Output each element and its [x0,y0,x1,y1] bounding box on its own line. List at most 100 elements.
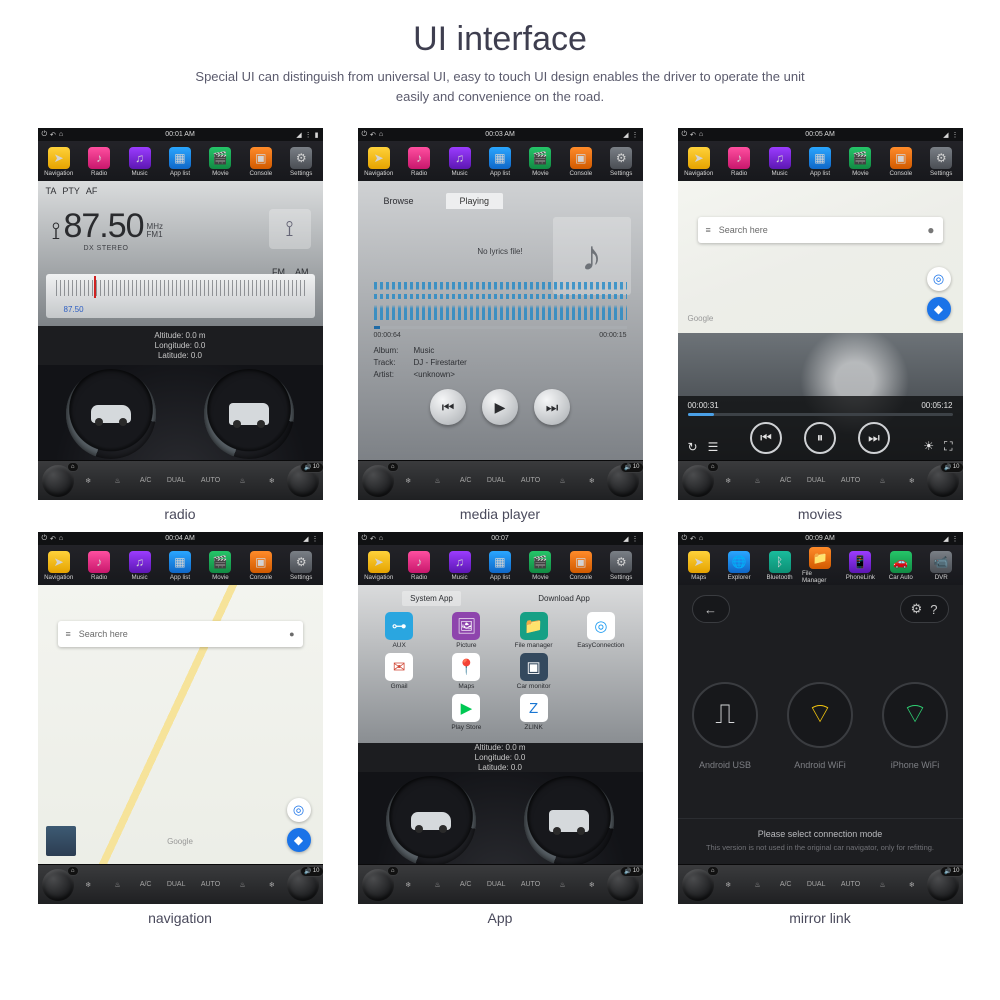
menu-radio[interactable]: ♪Radio [401,147,437,177]
menu-movie[interactable]: 🎬Movie [522,551,558,581]
conn-android-wifi[interactable]: ⌔ Android WiFi [787,682,853,770]
menu-movie[interactable]: 🎬Movie [522,147,558,177]
menu-music[interactable]: ♫Music [442,147,478,177]
radio-tab-af[interactable]: AF [86,186,98,196]
conn-iphone-wifi[interactable]: ⌔ iPhone WiFi [882,682,948,770]
menu-music[interactable]: ♫Music [762,147,798,177]
menu-carauto[interactable]: 🚗Car Auto [883,551,919,581]
back-icon[interactable] [370,131,376,139]
menu-dvr[interactable]: 📹DVR [923,551,959,581]
menu-radio[interactable]: ♪Radio [401,551,437,581]
dock-seat-icon[interactable]: ♨ [110,477,124,485]
knob-left[interactable]: ⌂ [682,869,714,901]
dock-ac-icon[interactable]: ❄ [81,477,95,485]
app-maps[interactable]: 📍Maps [435,653,498,690]
home-icon[interactable] [379,131,383,139]
fullscreen-icon[interactable]: ⛶ [944,439,952,454]
tab-download-app[interactable]: Download App [530,591,598,606]
app-playstore[interactable]: ▶Play Store [435,694,498,731]
menu-settings[interactable]: ⚙Settings [283,551,319,581]
app-carmon[interactable]: ▣Car monitor [502,653,565,690]
next-button[interactable]: ⏭ [534,389,570,425]
knob-left[interactable]: ⌂ [362,869,394,901]
menu-bluetooth[interactable]: ᛒBluetooth [762,551,798,581]
app-picture[interactable]: 🖼Picture [435,612,498,649]
home-icon[interactable] [59,535,63,543]
menu-movie[interactable]: 🎬Movie [842,147,878,177]
tab-playing[interactable]: Playing [446,193,504,209]
menu-icon[interactable]: ≡ [706,225,711,235]
radio-tuner[interactable]: 87.50 [46,274,315,318]
menu-applist[interactable]: ▦App list [482,147,518,177]
tab-system-app[interactable]: System App [402,591,461,606]
menu-music[interactable]: ♫Music [122,147,158,177]
video-pause-button[interactable]: ⏸ [804,422,836,454]
knob-left[interactable]: ⌂ [682,465,714,497]
menu-phonelink[interactable]: 📱PhoneLink [842,551,878,581]
menu-maps[interactable]: ➤Maps [681,551,717,581]
menu-settings[interactable]: ⚙Settings [603,551,639,581]
knob-left[interactable]: ⌂ [42,869,74,901]
list-icon[interactable]: ☰ [708,440,719,454]
menu-explorer[interactable]: 🌐Explorer [721,551,757,581]
directions-button[interactable]: ◆ [287,828,311,852]
settings-help-button[interactable]: ⚙? [900,595,949,623]
conn-android-usb[interactable]: ⎍ Android USB [692,682,758,770]
menu-navigation[interactable]: ➤Navigation [361,551,397,581]
knob-right[interactable]: 🔊10 [927,465,959,497]
menu-music[interactable]: ♫Music [442,551,478,581]
menu-icon[interactable]: ≡ [66,629,71,639]
knob-right[interactable]: 🔊10 [927,869,959,901]
app-aux[interactable]: ⊶AUX [368,612,431,649]
app-zlink[interactable]: ZZLINK [502,694,565,731]
knob-left[interactable]: ⌂ [42,465,74,497]
radio-tab-pty[interactable]: PTY [62,186,80,196]
search-input[interactable]: ≡ Search here ● [58,621,303,647]
app-filemgr[interactable]: 📁File manager [502,612,565,649]
mic-icon[interactable]: ● [289,629,294,639]
menu-settings[interactable]: ⚙Settings [603,147,639,177]
directions-button[interactable]: ◆ [927,297,951,321]
menu-console[interactable]: ▣Console [563,551,599,581]
menu-console[interactable]: ▣Console [243,551,279,581]
back-icon[interactable] [50,535,56,543]
menu-settings[interactable]: ⚙Settings [923,147,959,177]
menu-applist[interactable]: ▦App list [482,551,518,581]
knob-right[interactable]: 🔊10 [607,465,639,497]
menu-console[interactable]: ▣Console [883,147,919,177]
video-next-button[interactable]: ⏭ [858,422,890,454]
power-icon[interactable] [682,131,688,139]
back-icon[interactable] [50,131,56,139]
menu-movie[interactable]: 🎬Movie [202,551,238,581]
menu-navigation[interactable]: ➤Navigation [41,551,77,581]
nav-map[interactable]: ≡ Search here ● ◎ ◆ Google [38,585,323,864]
power-icon[interactable] [362,131,368,139]
home-icon[interactable] [699,131,703,139]
locate-button[interactable]: ◎ [927,267,951,291]
locate-button[interactable]: ◎ [287,798,311,822]
tab-browse[interactable]: Browse [370,193,428,209]
app-easyconn[interactable]: ◎EasyConnection [569,612,632,649]
progress-bar[interactable] [374,326,627,329]
menu-applist[interactable]: ▦App list [802,147,838,177]
menu-navigation[interactable]: ➤Navigation [41,147,77,177]
back-button[interactable]: ← [692,595,730,623]
menu-radio[interactable]: ♪Radio [81,551,117,581]
menu-settings[interactable]: ⚙Settings [283,147,319,177]
radio-tab-ta[interactable]: TA [46,186,57,196]
menu-radio[interactable]: ♪Radio [721,147,757,177]
power-icon[interactable] [42,535,48,543]
radio-broadcast-icon[interactable]: ⟟ [269,209,311,249]
menu-filemgr[interactable]: 📁File Manager [802,547,838,584]
menu-movie[interactable]: 🎬Movie [202,147,238,177]
menu-console[interactable]: ▣Console [243,147,279,177]
menu-music[interactable]: ♫Music [122,551,158,581]
loop-icon[interactable]: ↻ [688,440,698,454]
power-icon[interactable] [42,131,48,139]
knob-left[interactable]: ⌂ [362,465,394,497]
menu-console[interactable]: ▣Console [563,147,599,177]
knob-right[interactable]: 🔊10 [287,869,319,901]
map-pane[interactable]: ≡ Search here ● ◎ ◆ Google [678,181,963,333]
back-icon[interactable] [690,131,696,139]
menu-applist[interactable]: ▦App list [162,147,198,177]
